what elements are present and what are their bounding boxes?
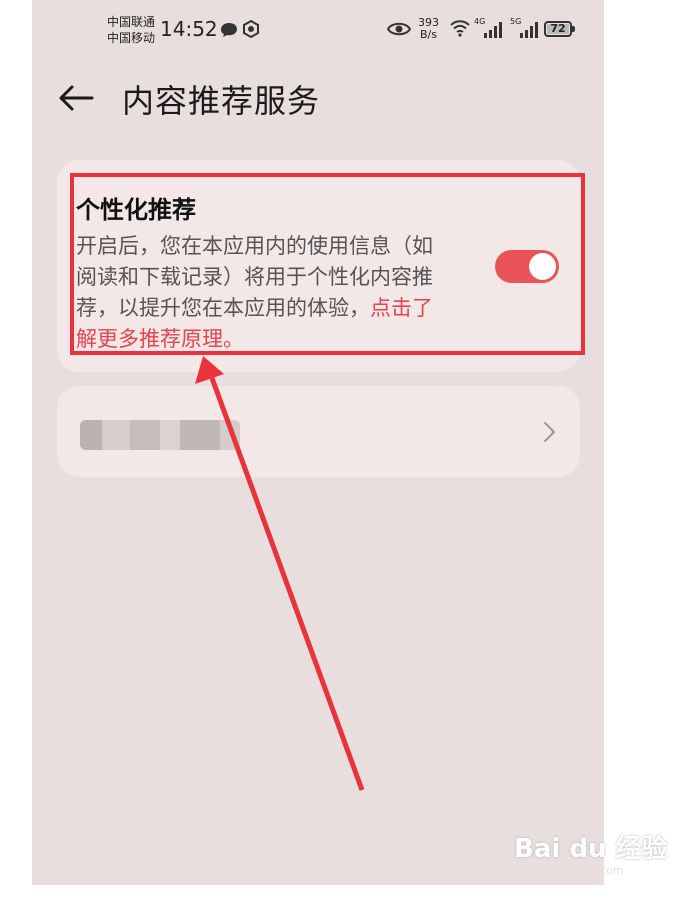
baidu-watermark-logo: Bai du 经验 [514,834,668,864]
annotation-arrow [195,356,365,791]
baidu-watermark-url: jingyan.baidu.com [522,864,624,877]
